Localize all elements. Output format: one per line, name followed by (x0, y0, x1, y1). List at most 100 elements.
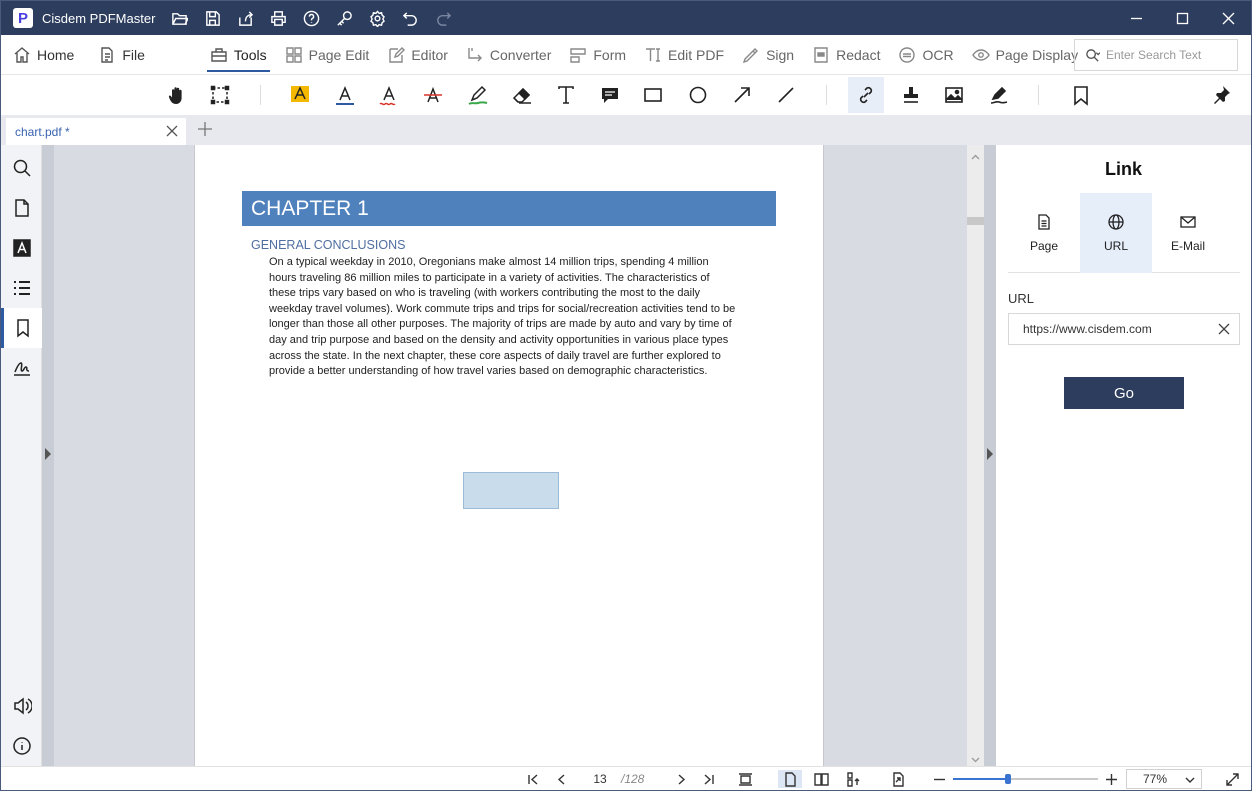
menu-home[interactable]: Home (4, 35, 83, 75)
separator (826, 85, 827, 105)
zoom-level-select[interactable]: 77% (1126, 769, 1202, 789)
title-bar: P Cisdem PDFMaster (1, 1, 1251, 35)
pin-icon[interactable] (1203, 77, 1239, 113)
menu-tools[interactable]: Tools (201, 35, 276, 75)
scroll-down-icon[interactable] (971, 752, 980, 763)
menu-edit-pdf[interactable]: Edit PDF (635, 35, 733, 75)
stamp-icon[interactable] (893, 77, 929, 113)
fullscreen-icon[interactable] (1223, 770, 1241, 788)
menu-page-display[interactable]: Page Display (963, 35, 1088, 75)
body-paragraph: On a typical weekday in 2010, Oregonians… (269, 255, 753, 380)
scroll-up-icon[interactable] (971, 150, 980, 160)
menu-redact[interactable]: Redact (803, 35, 889, 75)
url-field[interactable] (1008, 313, 1240, 345)
close-tab-icon[interactable] (166, 125, 178, 137)
search-box[interactable] (1074, 39, 1238, 71)
zoom-slider[interactable] (953, 774, 1098, 784)
outline-list-icon[interactable] (1, 268, 42, 308)
left-panel-toggle[interactable] (42, 145, 54, 766)
signature-icon[interactable] (981, 77, 1017, 113)
redo-icon[interactable] (427, 1, 460, 35)
menu-form[interactable]: Form (560, 35, 635, 75)
document-viewport[interactable]: CHAPTER 1 GENERAL CONCLUSIONS On a typic… (54, 145, 967, 766)
maximize-button[interactable] (1159, 1, 1205, 35)
link-icon[interactable] (848, 77, 884, 113)
zoom-in-icon[interactable] (1103, 770, 1119, 788)
save-icon[interactable] (196, 1, 229, 35)
continuous-view-icon[interactable] (841, 770, 865, 788)
menu-ocr[interactable]: OCR (889, 35, 962, 75)
minimize-button[interactable] (1113, 1, 1159, 35)
last-page-icon[interactable] (700, 770, 716, 788)
first-page-icon[interactable] (525, 770, 541, 788)
add-tab-icon[interactable] (197, 121, 215, 139)
menu-converter[interactable]: Converter (457, 35, 560, 75)
current-page-input[interactable]: 13 (585, 770, 615, 788)
toolbox-icon (211, 47, 227, 62)
text-tool-icon[interactable] (548, 77, 584, 113)
key-icon[interactable] (328, 1, 361, 35)
next-page-icon[interactable] (673, 770, 689, 788)
underline-text-icon[interactable] (327, 77, 363, 113)
menu-file[interactable]: File (89, 35, 154, 75)
bookmarks-panel-icon[interactable] (1, 308, 42, 348)
page-grid-icon (285, 46, 302, 63)
link-tab-url[interactable]: URL (1080, 193, 1152, 273)
app-logo: P (13, 8, 33, 28)
print-icon[interactable] (262, 1, 295, 35)
text-line: hours traveling 86 million miles to part… (269, 271, 710, 284)
undo-icon[interactable] (394, 1, 427, 35)
close-window-button[interactable] (1205, 1, 1251, 35)
comment-icon[interactable] (592, 77, 628, 113)
line-icon[interactable] (768, 77, 804, 113)
menu-page-edit[interactable]: Page Edit (276, 35, 379, 75)
link-annotation[interactable] (463, 472, 559, 509)
link-tab-email[interactable]: E-Mail (1152, 193, 1224, 273)
highlighter-pen-icon[interactable] (460, 77, 496, 113)
prev-page-icon[interactable] (553, 770, 569, 788)
menu-editor[interactable]: Editor (378, 35, 457, 75)
zoom-out-icon[interactable] (931, 770, 947, 788)
read-aloud-icon[interactable] (1, 686, 42, 726)
single-page-view-icon[interactable] (778, 770, 802, 788)
image-icon[interactable] (936, 77, 972, 113)
scrollbar-thumb[interactable] (967, 217, 984, 225)
font-panel-icon[interactable] (1, 228, 42, 268)
menu-bar: Home File Tools Page Edit Editor Convert… (1, 35, 1251, 75)
thumbnails-icon[interactable] (1, 188, 42, 228)
arrow-icon[interactable] (724, 77, 760, 113)
signatures-panel-icon[interactable] (1, 348, 42, 388)
share-icon[interactable] (229, 1, 262, 35)
clear-url-icon[interactable] (1218, 323, 1230, 335)
highlight-text-icon[interactable] (282, 77, 318, 113)
strikethrough-text-icon[interactable] (415, 77, 451, 113)
document-tab[interactable]: chart.pdf * (6, 118, 186, 145)
rectangle-icon[interactable] (635, 77, 671, 113)
vertical-scrollbar[interactable] (967, 145, 984, 766)
hand-tool-icon[interactable] (159, 77, 195, 113)
two-page-view-icon[interactable] (809, 770, 833, 788)
rotate-page-icon[interactable] (888, 770, 908, 788)
circle-icon[interactable] (680, 77, 716, 113)
file-icon (101, 46, 114, 63)
settings-icon[interactable] (361, 1, 394, 35)
url-input[interactable] (1023, 322, 1203, 336)
text-line: across the state. In the next chapter, t… (269, 349, 721, 362)
right-panel-toggle[interactable] (984, 145, 996, 766)
info-icon[interactable] (1, 726, 42, 766)
zoom-slider-knob[interactable] (1005, 774, 1012, 784)
link-tab-page[interactable]: Page (1008, 193, 1080, 273)
squiggly-text-icon[interactable] (371, 77, 407, 113)
eraser-icon[interactable] (504, 77, 540, 113)
open-folder-icon[interactable] (163, 1, 196, 35)
zoom-slider-fill (953, 778, 1009, 780)
help-icon[interactable] (295, 1, 328, 35)
bookmark-icon[interactable] (1063, 77, 1099, 113)
select-area-icon[interactable] (202, 77, 238, 113)
menu-sign[interactable]: Sign (733, 35, 803, 75)
search-panel-icon[interactable] (1, 148, 42, 188)
form-icon (570, 47, 587, 63)
go-button[interactable]: Go (1064, 377, 1184, 409)
fit-page-icon[interactable] (736, 770, 754, 788)
search-input[interactable] (1106, 48, 1226, 62)
